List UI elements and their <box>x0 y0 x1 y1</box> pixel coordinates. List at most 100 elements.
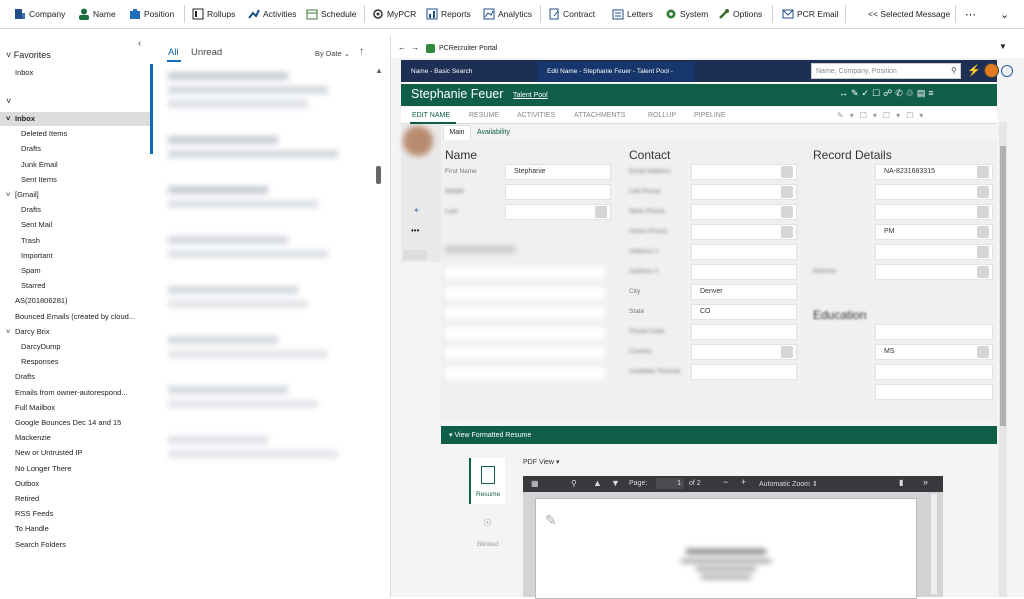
more-options-dots[interactable]: ••• <box>411 226 419 235</box>
field-input[interactable]: MS <box>875 344 993 360</box>
folder-item[interactable]: To Handle <box>0 522 161 536</box>
folder-item[interactable]: Full Mailbox <box>0 401 161 415</box>
edit-small-button[interactable] <box>403 250 427 260</box>
tab-attachments[interactable]: ATTACHMENTS <box>574 112 625 119</box>
tab-activities[interactable]: ACTIVITIES <box>517 112 555 119</box>
pcr-scroll-thumb[interactable] <box>1000 146 1006 426</box>
folder-item[interactable]: ˅ Darcy Brix <box>0 325 161 339</box>
folder-item[interactable]: No Longer There <box>0 462 161 476</box>
folder-item[interactable]: Responses <box>0 355 167 369</box>
letters-button[interactable]: Letters <box>612 6 653 22</box>
folder-item[interactable]: Bounced Emails (created by cloud... <box>0 310 161 324</box>
page-down-icon[interactable]: ▼ <box>611 478 620 488</box>
zoom-in-icon[interactable]: + <box>741 477 746 487</box>
field-input[interactable] <box>691 364 797 380</box>
field-input[interactable] <box>875 184 993 200</box>
zoom-select[interactable]: Automatic Zoom ⇕ <box>759 480 818 488</box>
folder-item[interactable]: Drafts <box>0 142 167 156</box>
field-input[interactable] <box>875 364 993 380</box>
field-input[interactable]: Denver <box>691 284 797 300</box>
field-action-button[interactable] <box>781 346 793 358</box>
field-input[interactable] <box>875 264 993 280</box>
bookmark-icon[interactable]: ▮ <box>899 478 903 487</box>
tab-toolbar-icons[interactable]: ✎▾☐▾☐▾☐▾ <box>837 111 987 120</box>
field-input[interactable] <box>691 324 797 340</box>
favorite-inbox[interactable]: Inbox <box>15 66 161 80</box>
record-action-icons[interactable]: ↔✎✓☐☍✆♲▤≡ <box>839 88 989 102</box>
folder-item[interactable]: Deleted Items <box>0 127 167 141</box>
talent-pool-link[interactable]: Talent Pool <box>513 92 548 99</box>
field-action-button[interactable] <box>977 346 989 358</box>
folder-item[interactable]: Drafts <box>0 203 167 217</box>
tab-availability[interactable]: Availability <box>477 129 510 136</box>
chevron-down-icon[interactable]: ˅ <box>6 112 10 126</box>
mypcr-button[interactable]: MyPCR <box>372 6 416 22</box>
contract-button[interactable]: Contract <box>548 6 595 22</box>
folder-item[interactable]: Drafts <box>0 370 161 384</box>
field-action-button[interactable] <box>977 246 989 258</box>
selected-message-button[interactable]: << Selected Message <box>868 6 950 22</box>
analytics-button[interactable]: Analytics <box>483 6 532 22</box>
field-action-button[interactable] <box>595 206 607 218</box>
field-input[interactable] <box>691 244 797 260</box>
sort-by-date[interactable]: By Date ⌄ <box>315 49 350 58</box>
field-input[interactable] <box>875 204 993 220</box>
page-number-input[interactable]: 1 <box>656 478 684 489</box>
field-input[interactable]: NA-8231683315 <box>875 164 993 180</box>
zoom-out-icon[interactable]: − <box>723 477 728 487</box>
system-button[interactable]: System <box>665 6 708 22</box>
forward-arrow-icon[interactable]: → <box>411 43 419 52</box>
folder-item[interactable]: Retired <box>0 492 161 506</box>
field-input[interactable] <box>505 184 611 200</box>
pencil-icon[interactable]: ✎ <box>545 512 557 529</box>
field-action-button[interactable] <box>977 266 989 278</box>
folder-item[interactable]: Search Folders <box>0 538 161 552</box>
tab-unread[interactable]: Unread <box>191 47 222 58</box>
field-input[interactable]: PM <box>875 224 993 240</box>
field-action-button[interactable] <box>977 206 989 218</box>
field-action-button[interactable] <box>781 226 793 238</box>
pcr-email-button[interactable]: PCR Email <box>782 6 839 22</box>
folder-item[interactable]: Junk Email <box>0 158 167 172</box>
folder-item[interactable]: ˅ [Gmail] <box>0 188 161 202</box>
chevron-down-icon[interactable]: ˅ <box>6 96 11 106</box>
scroll-up-arrow[interactable]: ▲ <box>375 66 383 75</box>
folder-item[interactable]: Trash <box>0 234 167 248</box>
field-action-button[interactable] <box>781 186 793 198</box>
field-action-button[interactable] <box>781 206 793 218</box>
sidebar-toggle-icon[interactable]: ▦ <box>531 479 539 488</box>
avatar-icon[interactable] <box>984 63 999 78</box>
folder-item[interactable]: Google Bounces Dec 14 and 15 <box>0 416 161 430</box>
reports-button[interactable]: Reports <box>426 6 471 22</box>
field-action-button[interactable] <box>781 166 793 178</box>
message-list-scrollbar[interactable] <box>376 166 381 184</box>
name-button[interactable]: Name <box>78 6 116 22</box>
pdf-scrollbar[interactable] <box>931 494 937 594</box>
folder-item[interactable]: New or Untrusted IP <box>0 446 161 460</box>
options-button[interactable]: Options <box>718 6 762 22</box>
portal-menu-arrow[interactable]: ▼ <box>999 42 1007 51</box>
page-up-icon[interactable]: ▲ <box>593 478 602 488</box>
field-input[interactable]: Stephanie <box>505 164 611 180</box>
tab-resume[interactable]: RESUME <box>469 112 499 119</box>
help-icon[interactable] <box>1001 65 1013 77</box>
folder-item[interactable]: Starred <box>0 279 167 293</box>
chevron-down-icon[interactable]: ˅ <box>6 188 10 202</box>
field-input[interactable] <box>875 324 993 340</box>
tab-name-basic-search[interactable]: Name - Basic Search <box>411 68 472 75</box>
field-input[interactable] <box>875 244 993 260</box>
folder-item[interactable]: Important <box>0 249 167 263</box>
twitter-icon[interactable]: ✦ <box>413 206 420 215</box>
favorites-header[interactable]: ˅ Favorites <box>6 50 51 60</box>
global-search-input[interactable]: Name, Company, Position <box>811 63 961 79</box>
search-icon[interactable]: ⚲ <box>571 479 577 488</box>
field-input[interactable]: CO <box>691 304 797 320</box>
folder-item[interactable]: Outbox <box>0 477 161 491</box>
field-input[interactable] <box>691 264 797 280</box>
more-button[interactable]: ⋯ <box>965 6 976 22</box>
folder-item[interactable]: Sent Items <box>0 173 167 187</box>
sort-direction-arrow[interactable]: ↑ <box>359 46 364 57</box>
company-button[interactable]: Company <box>14 6 65 22</box>
tab-edit-name[interactable]: EDIT NAME <box>412 112 450 119</box>
position-button[interactable]: Position <box>129 6 174 22</box>
